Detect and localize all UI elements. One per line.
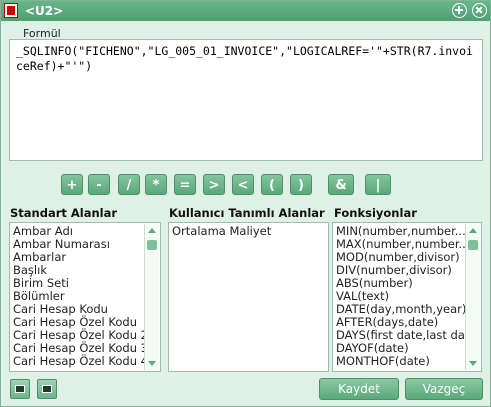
list-item[interactable]: VAL(text) bbox=[336, 289, 389, 303]
formula-editor-window: <U2> Formül _SQLINFO("FICHENO","LG_005_0… bbox=[0, 0, 491, 407]
operator-or-button[interactable]: | bbox=[365, 174, 391, 195]
functions-list[interactable]: MIN(number,number... MAX(number,number..… bbox=[332, 222, 482, 372]
operator-multiply-button[interactable]: * bbox=[145, 174, 167, 195]
standard-fields-title: Standart Alanlar bbox=[10, 206, 118, 220]
list-item[interactable]: Birim Seti bbox=[13, 276, 69, 290]
list-item[interactable]: Cari Hesap Özel Kodu bbox=[13, 315, 137, 329]
scrollbar[interactable] bbox=[144, 224, 159, 370]
window-title: <U2> bbox=[25, 4, 64, 18]
list-item[interactable]: AFTER(days,date) bbox=[336, 315, 438, 329]
scroll-up-arrow-icon[interactable] bbox=[148, 228, 156, 233]
standard-fields-list[interactable]: Ambar Adı Ambar Numarası Ambarlar Başlık… bbox=[9, 222, 161, 372]
operator-plus-button[interactable]: + bbox=[61, 174, 83, 195]
title-bar: <U2> bbox=[1, 1, 490, 21]
list-item[interactable]: Cari Hesap Özel Kodu 3 bbox=[13, 341, 148, 355]
operator-minus-button[interactable]: - bbox=[88, 174, 110, 195]
scroll-thumb[interactable] bbox=[147, 240, 157, 250]
scroll-down-arrow-icon[interactable] bbox=[148, 361, 156, 366]
scroll-up-arrow-icon[interactable] bbox=[469, 228, 477, 233]
list-item[interactable]: MOD(number,divisor) bbox=[336, 250, 460, 264]
formula-input[interactable]: _SQLINFO("FICHENO","LG_005_01_INVOICE","… bbox=[9, 39, 483, 161]
list-item[interactable]: Cari Hesap Kodu bbox=[13, 302, 108, 316]
scroll-thumb[interactable] bbox=[468, 240, 478, 250]
cancel-button[interactable]: Vazgeç bbox=[405, 378, 483, 400]
list-item[interactable]: Ortalama Maliyet bbox=[172, 224, 271, 238]
list-item[interactable]: ABS(number) bbox=[336, 276, 413, 290]
operator-divide-button[interactable]: / bbox=[118, 174, 140, 195]
functions-title: Fonksiyonlar bbox=[334, 206, 417, 220]
folder-open-icon[interactable] bbox=[10, 379, 30, 399]
list-item[interactable]: Ambar Adı bbox=[13, 224, 73, 238]
operator-close-paren-button[interactable]: ) bbox=[290, 174, 312, 195]
user-fields-list[interactable]: Ortalama Maliyet bbox=[168, 222, 329, 372]
list-item[interactable]: Bölümler bbox=[13, 289, 65, 303]
list-item[interactable]: DAYOF(date) bbox=[336, 341, 409, 355]
operator-equals-button[interactable]: = bbox=[174, 174, 196, 195]
list-item[interactable]: DAYS(first date,last da bbox=[336, 328, 465, 342]
operator-greater-button[interactable]: > bbox=[203, 174, 225, 195]
list-item[interactable]: Cari Hesap Özel Kodu 2 bbox=[13, 328, 148, 342]
save-button[interactable]: Kaydet bbox=[319, 378, 399, 400]
operator-and-button[interactable]: & bbox=[328, 174, 354, 195]
plus-circle-icon[interactable] bbox=[452, 3, 467, 18]
scrollbar[interactable] bbox=[465, 224, 480, 370]
list-item[interactable]: Ambar Numarası bbox=[13, 237, 110, 251]
operator-less-button[interactable]: < bbox=[232, 174, 254, 195]
list-item[interactable]: DATE(day,month,year) bbox=[336, 302, 466, 316]
close-icon[interactable] bbox=[472, 3, 487, 18]
list-item[interactable]: DIV(number,divisor) bbox=[336, 263, 452, 277]
list-item[interactable]: Ambarlar bbox=[13, 250, 66, 264]
scroll-down-arrow-icon[interactable] bbox=[469, 361, 477, 366]
list-item[interactable]: Cari Hesap Özel Kodu 4 bbox=[13, 354, 148, 368]
list-item[interactable]: Başlık bbox=[13, 263, 47, 277]
list-item[interactable]: MAX(number,number... bbox=[336, 237, 470, 251]
operator-open-paren-button[interactable]: ( bbox=[261, 174, 283, 195]
list-item[interactable]: MONTHOF(date) bbox=[336, 354, 430, 368]
logo-icon bbox=[4, 3, 18, 18]
save-icon[interactable] bbox=[37, 379, 57, 399]
user-fields-title: Kullanıcı Tanımlı Alanlar bbox=[169, 206, 325, 220]
list-item[interactable]: MIN(number,number... bbox=[336, 224, 466, 238]
